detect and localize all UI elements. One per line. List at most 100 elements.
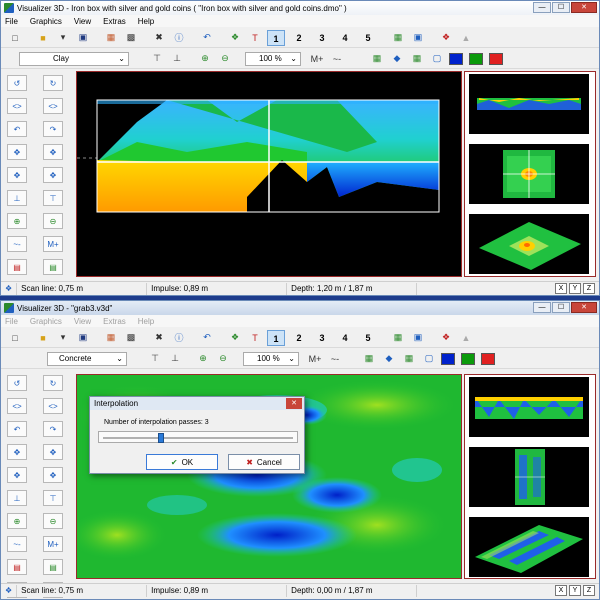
- chevron-down-icon[interactable]: ▾: [55, 30, 71, 46]
- palette-icon[interactable]: ▤: [7, 259, 27, 275]
- depth-up-icon[interactable]: ⊤: [147, 351, 163, 367]
- depth-down-icon[interactable]: ⊥: [169, 51, 185, 67]
- minimize-button[interactable]: —: [533, 2, 551, 13]
- preview-top-view[interactable]: [469, 144, 589, 204]
- grid-icon[interactable]: ❖: [438, 330, 454, 346]
- menu-file[interactable]: File: [5, 17, 18, 26]
- menu-view[interactable]: View: [74, 17, 91, 26]
- zoom-out-icon[interactable]: ⊖: [43, 513, 63, 529]
- page-button-2[interactable]: 2: [290, 330, 308, 346]
- chart-icon[interactable]: ▲: [458, 330, 474, 346]
- surface-icon[interactable]: ◆: [389, 51, 405, 67]
- move-icon[interactable]: ✥: [7, 144, 27, 160]
- axis-x-button[interactable]: X: [555, 283, 567, 294]
- rotate-cw-icon[interactable]: ↷: [43, 121, 63, 137]
- plane-icon[interactable]: ▦: [361, 351, 377, 367]
- undo-icon[interactable]: ↶: [199, 330, 215, 346]
- maximize-button[interactable]: ☐: [552, 2, 570, 13]
- page-button-3[interactable]: 3: [313, 30, 331, 46]
- rotate-right-icon[interactable]: ↻: [43, 375, 63, 391]
- preview-cross-section[interactable]: [469, 377, 589, 437]
- palette-icon[interactable]: ▤: [7, 559, 27, 575]
- close-button[interactable]: ✕: [571, 2, 597, 13]
- material-select[interactable]: Clay ⌄: [19, 51, 129, 66]
- preview-3d-view[interactable]: [469, 517, 589, 577]
- preview-top-view[interactable]: [469, 447, 589, 507]
- export-icon[interactable]: ▦: [103, 30, 119, 46]
- rotate-left-icon[interactable]: ↺: [7, 75, 27, 91]
- axis-z-button[interactable]: Z: [583, 585, 595, 596]
- chart-icon[interactable]: ▲: [458, 30, 474, 46]
- new-file-icon[interactable]: □: [7, 30, 23, 46]
- text-icon[interactable]: T: [247, 330, 263, 346]
- chevron-down-icon[interactable]: ▾: [55, 330, 71, 346]
- material-select[interactable]: Concrete ⌄: [47, 351, 127, 366]
- zoom-in-icon[interactable]: ⊕: [7, 513, 27, 529]
- axis-x-button[interactable]: X: [555, 585, 567, 596]
- move-horizontal-icon[interactable]: ✥: [43, 444, 63, 460]
- layout-icon[interactable]: ▦: [390, 30, 406, 46]
- zoom-out-icon[interactable]: ⊖: [215, 351, 231, 367]
- plane-icon[interactable]: ▦: [369, 51, 385, 67]
- volume-icon[interactable]: ▦: [401, 351, 417, 367]
- marker-remove-icon[interactable]: ~-: [327, 351, 343, 367]
- picture-icon[interactable]: ▣: [410, 30, 426, 46]
- maximize-button[interactable]: ☐: [552, 302, 570, 313]
- page-button-4[interactable]: 4: [336, 330, 354, 346]
- new-file-icon[interactable]: □: [7, 330, 23, 346]
- marker-add-icon[interactable]: M+: [309, 51, 325, 67]
- tools-icon[interactable]: ✖: [151, 30, 167, 46]
- depth-down-icon[interactable]: ⊤: [43, 190, 63, 206]
- swap-vertical-icon[interactable]: <>: [43, 98, 63, 114]
- zoom-out-icon[interactable]: ⊖: [43, 213, 63, 229]
- depth-down-icon[interactable]: ⊤: [43, 490, 63, 506]
- color-red-button[interactable]: [481, 352, 495, 365]
- move-icon[interactable]: ✥: [7, 444, 27, 460]
- scan-icon[interactable]: ❖: [227, 330, 243, 346]
- print-icon[interactable]: ▩: [123, 30, 139, 46]
- undo-icon[interactable]: ↶: [199, 30, 215, 46]
- rotate-left-icon[interactable]: ↺: [7, 375, 27, 391]
- picture-icon[interactable]: ▣: [410, 330, 426, 346]
- rotate-ccw-icon[interactable]: ↶: [7, 121, 27, 137]
- rotate-cw-icon[interactable]: ↷: [43, 421, 63, 437]
- text-icon[interactable]: T: [247, 30, 263, 46]
- menu-graphics[interactable]: Graphics: [30, 17, 62, 26]
- minimize-button[interactable]: —: [533, 302, 551, 313]
- marker-add-icon[interactable]: M+: [43, 536, 63, 552]
- info-icon[interactable]: ⓘ: [171, 330, 187, 346]
- marker-add-icon[interactable]: M+: [43, 236, 63, 252]
- axis-y-button[interactable]: Y: [569, 585, 581, 596]
- contour-icon[interactable]: ▢: [421, 351, 437, 367]
- depth-down-icon[interactable]: ⊥: [167, 351, 183, 367]
- grid-icon[interactable]: ❖: [438, 30, 454, 46]
- marker-remove-icon[interactable]: ~-: [7, 236, 27, 252]
- page-button-2[interactable]: 2: [290, 30, 308, 46]
- swap-horizontal-icon[interactable]: <>: [7, 98, 27, 114]
- save-icon[interactable]: ▣: [75, 330, 91, 346]
- marker-remove-icon[interactable]: ~-: [7, 536, 27, 552]
- slider-thumb[interactable]: [158, 433, 165, 443]
- menu-help[interactable]: Help: [138, 17, 154, 26]
- color-blue-button[interactable]: [449, 52, 463, 65]
- split-icon[interactable]: ✥: [7, 467, 27, 483]
- zoom-in-icon[interactable]: ⊕: [195, 351, 211, 367]
- split-vertical-icon[interactable]: ✥: [43, 167, 63, 183]
- color-blue-button[interactable]: [441, 352, 455, 365]
- page-button-4[interactable]: 4: [336, 30, 354, 46]
- preview-cross-section[interactable]: [469, 74, 589, 134]
- cancel-button[interactable]: ✖ Cancel: [228, 454, 300, 470]
- page-button-5[interactable]: 5: [359, 330, 377, 346]
- open-folder-icon[interactable]: ■: [35, 330, 51, 346]
- interpolation-passes-slider[interactable]: [98, 431, 298, 443]
- zoom-select[interactable]: 100 % ⌄: [245, 51, 301, 66]
- close-button[interactable]: ✕: [571, 302, 597, 313]
- save-icon[interactable]: ▣: [75, 30, 91, 46]
- zoom-out-icon[interactable]: ⊖: [217, 51, 233, 67]
- volume-icon[interactable]: ▦: [409, 51, 425, 67]
- palette-alt-icon[interactable]: ▤: [43, 259, 63, 275]
- preview-3d-view[interactable]: [469, 214, 589, 274]
- scan-icon[interactable]: ❖: [227, 30, 243, 46]
- palette-alt-icon[interactable]: ▤: [43, 559, 63, 575]
- rotate-right-icon[interactable]: ↻: [43, 75, 63, 91]
